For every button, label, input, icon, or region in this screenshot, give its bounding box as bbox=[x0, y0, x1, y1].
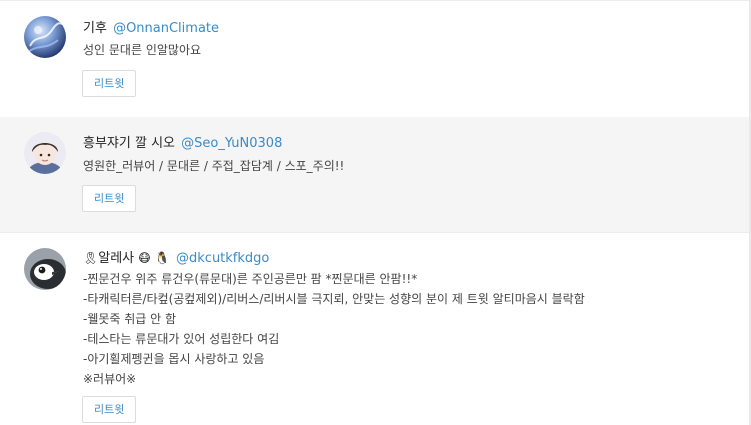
retweet-button[interactable]: 리트윗 bbox=[82, 70, 137, 97]
mask-face-icon: 😷 bbox=[138, 251, 151, 265]
user-card: 기후 @OnnanClimate 성인 문대른 인알많아요 리트윗 bbox=[0, 0, 749, 117]
bio-line: 성인 문대른 인알많아요 bbox=[83, 43, 202, 57]
follower-list: 기후 @OnnanClimate 성인 문대른 인알많아요 리트윗 흥부쟈기 깔… bbox=[0, 0, 751, 425]
avatar[interactable] bbox=[24, 132, 66, 174]
bio-line: -찐문건우 위주 류건우(류문대)른 주인공른만 팜 *찐문대른 안팜!!* bbox=[83, 272, 418, 286]
user-handle[interactable]: @Seo_YuN0308 bbox=[181, 136, 282, 151]
user-card: 흥부쟈기 깔 시오 @Seo_YuN0308 영원한_러뷰어 / 문대른 / 주… bbox=[0, 117, 749, 232]
display-name[interactable]: 알레사 bbox=[98, 251, 134, 266]
user-name-line: 흥부쟈기 깔 시오 @Seo_YuN0308 bbox=[83, 136, 282, 152]
retweet-button[interactable]: 리트윗 bbox=[82, 185, 137, 212]
user-name-line: 기후 @OnnanClimate bbox=[83, 21, 219, 37]
user-handle[interactable]: @OnnanClimate bbox=[113, 21, 219, 36]
divider bbox=[0, 232, 749, 233]
divider bbox=[0, 0, 749, 1]
ribbon-icon: 🎗 bbox=[83, 251, 99, 265]
bio-line: -웰못죽 취급 안 함 bbox=[83, 312, 177, 326]
user-bio: 성인 문대른 인알많아요 bbox=[83, 40, 201, 60]
retweet-button[interactable]: 리트윗 bbox=[82, 396, 137, 423]
user-name-line: 🎗알레사 😷 🐧 @dkcutkfkdgo bbox=[83, 250, 269, 267]
user-handle[interactable]: @dkcutkfkdgo bbox=[176, 251, 269, 266]
bio-line: -테스타는 류문대가 있어 성립한다 여김 bbox=[83, 332, 280, 346]
user-card: 🎗알레사 😷 🐧 @dkcutkfkdgo -찐문건우 위주 류건우(류문대)른… bbox=[0, 232, 749, 425]
avatar-image bbox=[24, 248, 66, 290]
bio-line: ※러뷰어※ bbox=[83, 372, 137, 386]
bio-line: 영원한_러뷰어 / 문대른 / 주접_잡담계 / 스포_주의!! bbox=[83, 159, 345, 173]
bio-line: -타캐릭터른/타컾(공컾제외)/리버스/리버시블 극지뢰, 안맞는 성향의 분이… bbox=[83, 292, 585, 306]
avatar-image bbox=[24, 16, 66, 58]
user-bio: -찐문건우 위주 류건우(류문대)른 주인공른만 팜 *찐문대른 안팜!!* -… bbox=[83, 269, 585, 389]
display-name[interactable]: 흥부쟈기 깔 시오 bbox=[83, 136, 175, 151]
bio-line: -아기횔제펭귄을 몹시 사랑하고 있음 bbox=[83, 352, 265, 366]
penguin-icon: 🐧 bbox=[154, 251, 170, 265]
avatar-image bbox=[24, 132, 66, 174]
avatar[interactable] bbox=[24, 248, 66, 290]
avatar[interactable] bbox=[24, 16, 66, 58]
display-name[interactable]: 기후 bbox=[83, 21, 107, 36]
user-bio: 영원한_러뷰어 / 문대른 / 주접_잡담계 / 스포_주의!! bbox=[83, 156, 344, 176]
